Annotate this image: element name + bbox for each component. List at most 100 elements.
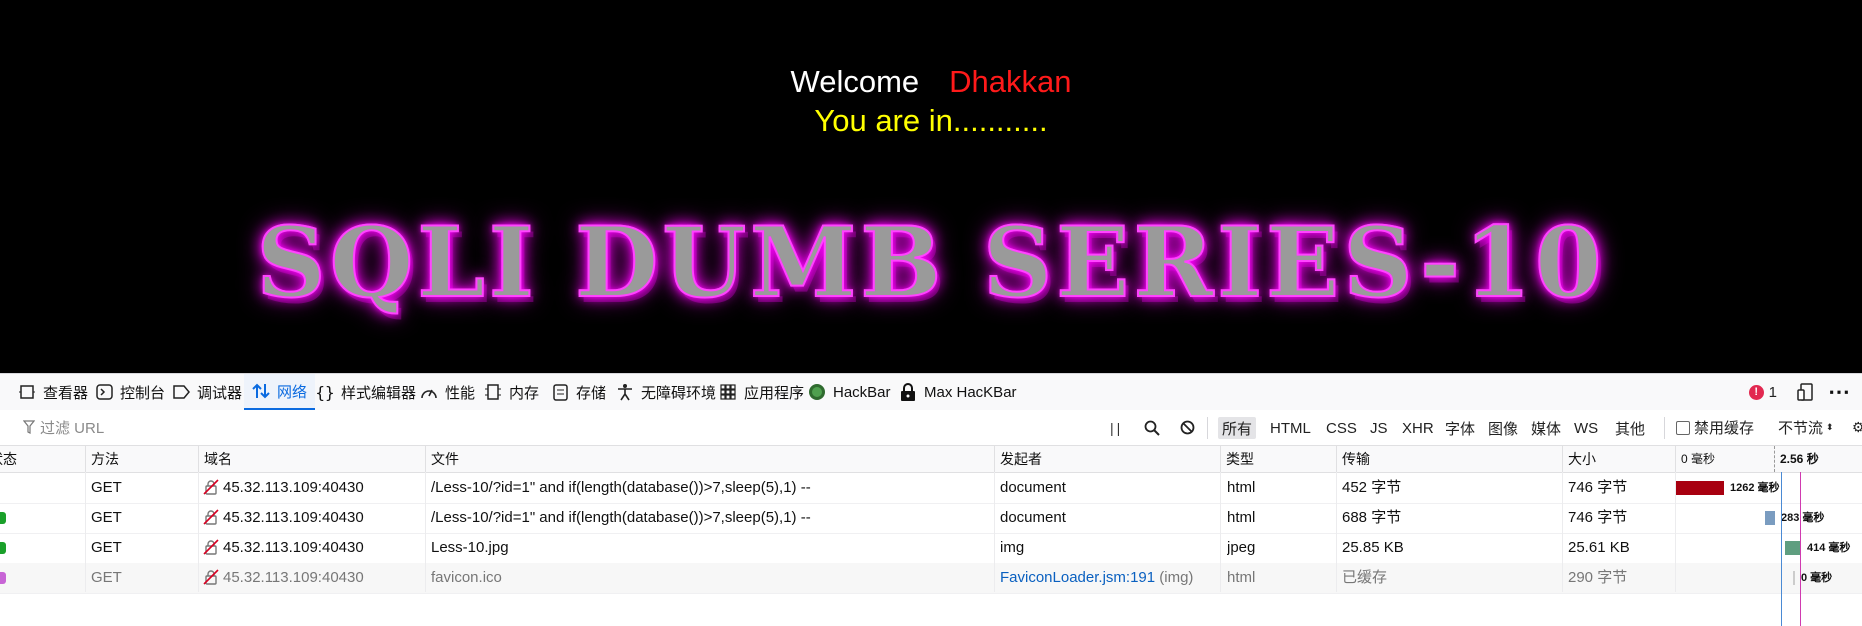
transferred-cell: 688 字节: [1342, 509, 1402, 526]
transferred-cell: 452 字节: [1342, 479, 1402, 496]
tab-label: 存储: [576, 384, 607, 402]
pause-button[interactable]: ||: [1110, 410, 1123, 445]
tab-max-hackbar[interactable]: Max HacKBar: [899, 374, 1017, 410]
clear-button[interactable]: [1178, 410, 1196, 445]
insecure-lock-icon: [203, 566, 219, 585]
divider: [1207, 417, 1208, 439]
error-counter[interactable]: ! 1: [1748, 374, 1777, 410]
type-cell: html: [1227, 569, 1256, 586]
status-indicator-icon: [0, 542, 6, 554]
throttle-label: 不节流: [1778, 420, 1824, 437]
col-transferred[interactable]: 传输: [1336, 446, 1562, 472]
tab-inspector[interactable]: 查看器: [18, 374, 88, 410]
type-filter-js[interactable]: JS: [1366, 417, 1392, 439]
method-cell: GET: [91, 569, 122, 586]
pause-icon: ||: [1110, 419, 1124, 436]
tab-style-editor[interactable]: {} 样式编辑器: [315, 374, 417, 410]
domain-text: 45.32.113.109:40430: [223, 539, 364, 556]
status-indicator-icon: [0, 512, 6, 524]
tab-label: 应用程序: [744, 384, 805, 402]
request-row[interactable]: GET 45.32.113.109:40430 Less-10.jpg img …: [0, 533, 1862, 564]
type-filter-ws[interactable]: WS: [1570, 417, 1602, 439]
size-cell: 746 字节: [1568, 509, 1628, 526]
disable-cache-checkbox[interactable]: [1676, 420, 1690, 435]
col-waterfall[interactable]: 0 毫秒: [1675, 446, 1775, 472]
type-filter-images[interactable]: 图像: [1484, 417, 1522, 439]
col-type[interactable]: 类型: [1220, 446, 1336, 472]
status-indicator-icon: [0, 482, 6, 494]
divider: [1664, 417, 1665, 439]
network-icon: [252, 382, 270, 400]
devtools-toolbar: 查看器 控制台 调试器 网络 {} 样式编辑器 性能 内存 存储 无障碍环境 应…: [0, 373, 1862, 411]
tab-console[interactable]: 控制台: [95, 374, 165, 410]
timing-label: 1262 毫秒: [1730, 482, 1780, 494]
request-table-header: 状态 方法 域名 文件 发起者 类型 传输 大小 0 毫秒 2.56 秒: [0, 446, 1862, 473]
type-cell: jpeg: [1227, 539, 1256, 556]
gear-icon: ⚙: [1852, 419, 1862, 435]
username-text: Dhakkan: [949, 64, 1072, 99]
type-filter-all[interactable]: 所有: [1218, 417, 1257, 439]
size-cell: 746 字节: [1568, 479, 1628, 496]
tab-hackbar[interactable]: HackBar: [808, 374, 891, 410]
request-row[interactable]: GET 45.32.113.109:40430 /Less-10/?id=1" …: [0, 473, 1862, 504]
col-initiator[interactable]: 发起者: [994, 446, 1220, 472]
initiator-text[interactable]: FaviconLoader.jsm:191: [1000, 569, 1155, 586]
storage-icon: [551, 383, 569, 401]
type-filter-html[interactable]: HTML: [1266, 417, 1315, 439]
max-hackbar-icon: [899, 383, 917, 401]
method-cell: GET: [91, 509, 122, 526]
insecure-lock-icon: [203, 476, 219, 495]
col-domain[interactable]: 域名: [198, 446, 425, 472]
type-cell: html: [1227, 509, 1256, 526]
banner-text: SQLI DUMB SERIES-10: [255, 205, 1606, 320]
tab-performance[interactable]: 性能: [420, 374, 475, 410]
settings-button[interactable]: ⚙: [1852, 410, 1862, 445]
domain-text: 45.32.113.109:40430: [223, 479, 364, 496]
column-separator: [994, 472, 995, 592]
type-filter-other[interactable]: 其他: [1611, 417, 1649, 439]
tab-network[interactable]: 网络: [244, 374, 316, 410]
throttle-select[interactable]: 不节流 ⬍: [1778, 410, 1834, 445]
col-file[interactable]: 文件: [425, 446, 994, 472]
timing-bar: [1765, 511, 1775, 525]
tab-application[interactable]: 应用程序: [719, 374, 804, 410]
column-separator: [1220, 472, 1221, 592]
status-message: You are in...........: [814, 103, 1048, 138]
tab-memory[interactable]: 内存: [484, 374, 539, 410]
size-cell: 290 字节: [1568, 569, 1628, 586]
initiator-cell: document: [1000, 503, 1218, 533]
type-filter-font[interactable]: 字体: [1441, 417, 1479, 439]
ellipsis-icon: ⋯: [1828, 379, 1850, 404]
devtools-panel: 查看器 控制台 调试器 网络 {} 样式编辑器 性能 内存 存储 无障碍环境 应…: [0, 373, 1862, 626]
col-status[interactable]: 状态: [0, 446, 85, 472]
more-options-button[interactable]: ⋯: [1828, 374, 1850, 410]
responsive-design-button[interactable]: [1796, 374, 1814, 410]
type-filter-xhr[interactable]: XHR: [1398, 417, 1438, 439]
webpage-viewport: Welcome Dhakkan You are in........... SQL…: [0, 0, 1862, 373]
initiator-cell: document: [1000, 473, 1218, 503]
status-cell: [0, 503, 14, 533]
initiator-text: document: [1000, 479, 1066, 496]
column-separator: [425, 472, 426, 592]
disable-cache-toggle[interactable]: 禁用缓存: [1676, 410, 1754, 445]
tab-label: 样式编辑器: [341, 384, 417, 402]
col-size[interactable]: 大小: [1562, 446, 1675, 472]
tab-label: 控制台: [120, 384, 166, 402]
tab-storage[interactable]: 存储: [551, 374, 606, 410]
insecure-lock-icon: [203, 536, 219, 555]
console-icon: [95, 383, 113, 401]
transferred-cell: 25.85 KB: [1342, 539, 1404, 556]
filter-url-input[interactable]: [22, 415, 1112, 441]
load-line: [1800, 472, 1801, 626]
request-row[interactable]: GET 45.32.113.109:40430 /Less-10/?id=1" …: [0, 503, 1862, 534]
type-filter-media[interactable]: 媒体: [1527, 417, 1565, 439]
application-icon: [719, 383, 737, 401]
col-method[interactable]: 方法: [85, 446, 198, 472]
tab-debugger[interactable]: 调试器: [172, 374, 242, 410]
type-filter-css[interactable]: CSS: [1322, 417, 1361, 439]
type-cell: html: [1227, 479, 1256, 496]
tab-accessibility[interactable]: 无障碍环境: [616, 374, 716, 410]
request-row[interactable]: GET 45.32.113.109:40430 favicon.ico Favi…: [0, 563, 1862, 594]
search-button[interactable]: [1143, 410, 1161, 445]
timing-bar: [1793, 571, 1795, 585]
